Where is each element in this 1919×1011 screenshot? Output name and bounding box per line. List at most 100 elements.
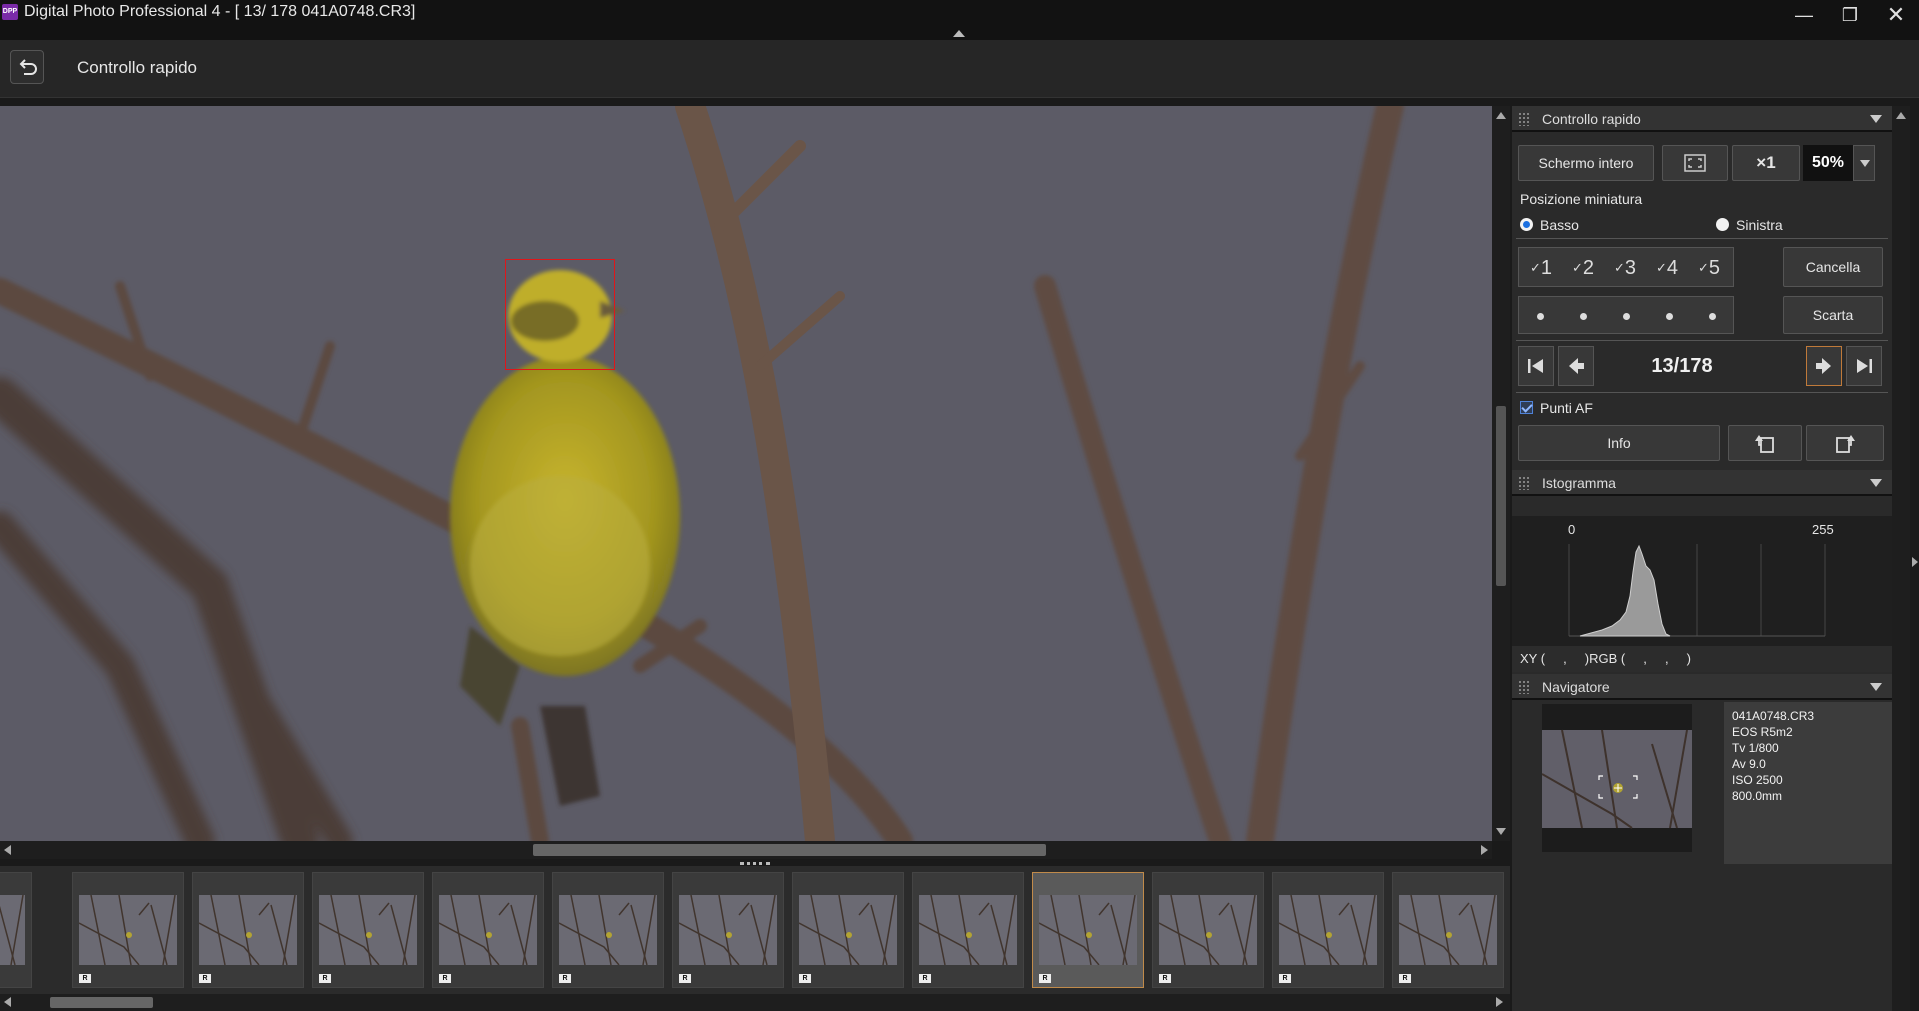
chevron-down-icon[interactable]: [1870, 479, 1882, 487]
expand-panel-icon[interactable]: [1912, 557, 1918, 567]
filmstrip-scrollbar[interactable]: [0, 994, 1510, 1011]
fullscreen-button[interactable]: Schermo intero: [1518, 145, 1654, 181]
raw-badge: R: [799, 974, 811, 983]
af-points-checkbox[interactable]: [1520, 401, 1533, 414]
back-button[interactable]: [10, 50, 44, 84]
zoom-dropdown-button[interactable]: [1853, 145, 1875, 181]
filmstrip-scroll-right-icon[interactable]: [1496, 997, 1503, 1007]
filmstrip-thumbnail[interactable]: R: [1152, 872, 1264, 988]
star-rating-3[interactable]: [1623, 313, 1630, 320]
rating-3-button[interactable]: ✓3: [1605, 254, 1645, 282]
filmstrip-thumbnail[interactable]: R: [1272, 872, 1384, 988]
histogram-header[interactable]: Istogramma: [1512, 470, 1892, 496]
info-iso: ISO 2500: [1732, 773, 1783, 787]
collapse-toolbar-icon[interactable]: [953, 30, 965, 37]
raw-badge: R: [1159, 974, 1171, 983]
thumbnail-image: [0, 895, 25, 965]
thumbnail-image: [79, 895, 177, 965]
minimize-button[interactable]: —: [1781, 0, 1827, 32]
divider: [1516, 238, 1888, 239]
viewer-hscroll-thumb[interactable]: [533, 844, 1046, 856]
first-image-button[interactable]: [1518, 346, 1554, 386]
panel-scroll-up-icon[interactable]: [1896, 112, 1906, 119]
navigator-header[interactable]: Navigatore: [1512, 674, 1892, 700]
filmstrip-thumbnail[interactable]: R: [672, 872, 784, 988]
cancel-rating-button[interactable]: Cancella: [1783, 247, 1883, 287]
rotate-left-icon: [1755, 435, 1774, 453]
star-rating-1[interactable]: [1537, 313, 1544, 320]
skip-first-icon: [1528, 359, 1543, 373]
viewer-vscroll-thumb[interactable]: [1496, 406, 1506, 586]
reject-button[interactable]: Scarta: [1783, 296, 1883, 334]
raw-badge: R: [199, 974, 211, 983]
radio-left[interactable]: [1716, 218, 1729, 231]
fit-to-window-button[interactable]: [1662, 145, 1728, 181]
thumbnail-image: [1279, 895, 1377, 965]
right-panel: Controllo rapido Schermo intero ×1 50% P…: [1512, 106, 1894, 1011]
star-rating-5[interactable]: [1709, 313, 1716, 320]
filmstrip-thumbnail[interactable]: R: [0, 872, 32, 988]
zoom-level-display[interactable]: 50%: [1803, 145, 1853, 181]
filmstrip-thumbnail[interactable]: R: [312, 872, 424, 988]
filmstrip-thumbnail[interactable]: R: [192, 872, 304, 988]
star-rating-2[interactable]: [1580, 313, 1587, 320]
check-icon: ✓: [1571, 260, 1583, 275]
raw-badge: R: [79, 974, 91, 983]
info-file-name: 041A0748.CR3: [1732, 709, 1815, 723]
filmstrip-scroll-left-icon[interactable]: [4, 997, 11, 1007]
rating-4-button[interactable]: ✓4: [1647, 254, 1687, 282]
rotate-right-button[interactable]: [1806, 425, 1884, 461]
last-image-button[interactable]: [1846, 346, 1882, 386]
star-rating-4[interactable]: [1666, 313, 1673, 320]
filmstrip-thumbnail[interactable]: R: [1392, 872, 1504, 988]
filmstrip-thumbnail[interactable]: R: [552, 872, 664, 988]
quick-check-header[interactable]: Controllo rapido: [1512, 106, 1892, 132]
drag-grip-icon[interactable]: [1518, 680, 1530, 694]
scroll-up-icon[interactable]: [1496, 112, 1506, 119]
scroll-left-icon[interactable]: [4, 845, 11, 855]
image-counter: 13/178: [1651, 355, 1713, 377]
rotate-left-button[interactable]: [1728, 425, 1802, 461]
rotate-right-icon: [1836, 435, 1855, 453]
skip-last-icon: [1857, 359, 1872, 373]
rating-2-button[interactable]: ✓2: [1563, 254, 1603, 282]
scroll-down-icon[interactable]: [1496, 828, 1506, 835]
maximize-button[interactable]: ❐: [1827, 0, 1873, 32]
viewer-vertical-scrollbar[interactable]: [1492, 106, 1510, 841]
zoom-x1-button[interactable]: ×1: [1732, 145, 1800, 181]
filmstrip-thumbnail[interactable]: R: [912, 872, 1024, 988]
star-rating-group: [1518, 296, 1734, 334]
chevron-down-icon[interactable]: [1870, 683, 1882, 691]
info-button[interactable]: Info: [1518, 425, 1720, 461]
rating-1-button[interactable]: ✓1: [1521, 254, 1561, 282]
thumbnail-image: [559, 895, 657, 965]
af-points-label[interactable]: Punti AF: [1540, 400, 1593, 416]
navigator-thumbnail[interactable]: [1541, 704, 1692, 852]
app-window: DPP Digital Photo Professional 4 - [ 13/…: [0, 0, 1919, 1011]
filmstrip-thumbnail[interactable]: R: [432, 872, 544, 988]
right-panel-scrollbar[interactable]: [1892, 106, 1910, 1011]
previous-image-button[interactable]: [1558, 346, 1594, 386]
drag-grip-icon[interactable]: [1518, 476, 1530, 490]
radio-bottom[interactable]: [1520, 218, 1533, 231]
drag-grip-icon[interactable]: [1518, 112, 1530, 126]
filmstrip-thumbnail[interactable]: R: [1032, 872, 1144, 988]
raw-badge: R: [919, 974, 931, 983]
chevron-down-icon[interactable]: [1870, 115, 1882, 123]
rating-5-button[interactable]: ✓5: [1689, 254, 1729, 282]
raw-badge: R: [559, 974, 571, 983]
scroll-right-icon[interactable]: [1481, 845, 1488, 855]
filmstrip-thumbnail[interactable]: R: [72, 872, 184, 988]
next-image-button[interactable]: [1806, 346, 1842, 386]
arrow-right-icon: [1816, 358, 1831, 374]
navigator-panel: 041A0748.CR3 EOS R5m2 Tv 1/800 Av 9.0 IS…: [1512, 700, 1894, 864]
filmstrip-scroll-thumb[interactable]: [50, 997, 153, 1008]
viewer-horizontal-scrollbar[interactable]: [0, 841, 1492, 859]
filmstrip-thumbnail[interactable]: R: [792, 872, 904, 988]
radio-left-label[interactable]: Sinistra: [1736, 217, 1783, 233]
image-viewer[interactable]: [0, 106, 1492, 841]
raw-badge: R: [1279, 974, 1291, 983]
radio-bottom-label[interactable]: Basso: [1540, 217, 1579, 233]
mode-title: Controllo rapido: [77, 58, 198, 77]
close-button[interactable]: ✕: [1873, 0, 1919, 32]
